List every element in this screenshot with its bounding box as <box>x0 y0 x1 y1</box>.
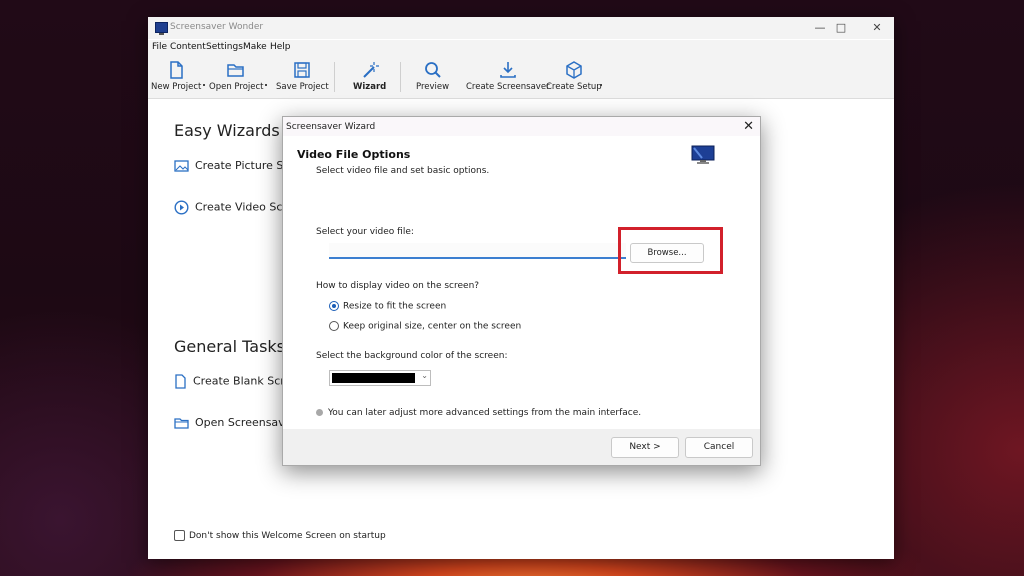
dialog-heading: Video File Options <box>297 148 411 161</box>
maximize-icon[interactable]: □ <box>831 20 851 36</box>
wizard-dialog: Screensaver Wizard ✕ Video File Options … <box>282 116 761 466</box>
toolbar-dropdown-dot[interactable] <box>265 84 267 86</box>
create-screensaver-label: Create Screensaver <box>466 82 550 92</box>
create-video-label: Create Video Scre <box>195 200 282 214</box>
save-project-button[interactable]: Save Project <box>276 60 329 92</box>
next-button[interactable]: Next > <box>611 437 679 458</box>
preview-label: Preview <box>416 82 450 92</box>
bg-color-swatch <box>332 373 415 383</box>
create-setup-label: Create Setup <box>546 82 602 92</box>
info-note: You can later adjust more advanced setti… <box>316 408 641 418</box>
window-title: Screensaver Wonder <box>170 22 264 32</box>
radio-original-label: Keep original size, center on the screen <box>343 321 522 332</box>
app-icon <box>155 22 168 35</box>
save-project-label: Save Project <box>276 82 329 92</box>
magic-wand-icon <box>362 62 379 78</box>
toolbar-separator <box>334 62 335 92</box>
monitor-icon <box>691 145 715 164</box>
search-icon <box>424 62 441 78</box>
new-project-button[interactable]: New Project <box>151 60 201 92</box>
play-circle-icon <box>174 200 189 215</box>
video-file-label: Select your video file: <box>316 227 414 237</box>
bg-color-select[interactable]: ⌄ <box>329 370 431 386</box>
blank-file-icon <box>175 374 186 389</box>
menu-make[interactable]: Make <box>243 42 267 52</box>
chevron-down-icon: ⌄ <box>421 371 428 380</box>
create-blank-label: Create Blank Scre <box>193 374 282 388</box>
highlight-annotation <box>618 227 723 274</box>
dont-show-checkbox[interactable] <box>174 530 185 541</box>
open-screensaver-link[interactable]: Open Screensaver <box>174 416 282 429</box>
info-icon <box>316 409 323 416</box>
open-project-button[interactable]: Open Project <box>209 60 264 92</box>
radio-original-row[interactable]: Keep original size, center on the screen <box>329 321 521 332</box>
folder-open-icon <box>227 64 244 77</box>
new-file-icon <box>170 61 183 79</box>
dialog-title: Screensaver Wizard <box>286 122 376 132</box>
toolbar-separator <box>400 62 401 92</box>
bg-color-label: Select the background color of the scree… <box>316 351 508 361</box>
radio-resize[interactable] <box>329 301 339 311</box>
title-bar: Screensaver Wonder — □ ✕ <box>148 17 894 39</box>
dialog-subheading: Select video file and set basic options. <box>316 166 490 176</box>
toolbar-dropdown-dot[interactable] <box>203 84 205 86</box>
info-text: You can later adjust more advanced setti… <box>328 408 642 418</box>
wizard-button[interactable]: Wizard <box>353 60 386 92</box>
dialog-close-icon[interactable]: ✕ <box>743 119 754 134</box>
display-mode-label: How to display video on the screen? <box>316 281 480 291</box>
new-project-label: New Project <box>151 82 202 92</box>
create-picture-label: Create Picture Scr <box>195 159 282 172</box>
download-icon <box>499 62 516 78</box>
general-tasks-title: General Tasks <box>174 337 286 356</box>
cancel-button[interactable]: Cancel <box>685 437 753 458</box>
create-screensaver-button[interactable]: Create Screensaver <box>466 60 550 92</box>
preview-button[interactable]: Preview <box>416 60 449 92</box>
create-blank-link[interactable]: Create Blank Scre <box>174 374 282 389</box>
save-icon <box>294 62 311 78</box>
radio-resize-row[interactable]: Resize to fit the screen <box>329 301 446 312</box>
minimize-icon[interactable]: — <box>810 20 830 36</box>
menu-bar: File Content Settings Make Help <box>148 40 894 54</box>
toolbar-dropdown-dot[interactable] <box>600 84 602 86</box>
menu-help[interactable]: Help <box>270 42 291 52</box>
menu-settings[interactable]: Settings <box>206 42 243 52</box>
video-file-input[interactable] <box>329 243 626 259</box>
dialog-footer: Next > Cancel <box>283 429 760 465</box>
close-icon[interactable]: ✕ <box>867 20 887 36</box>
menu-content[interactable]: Content <box>170 42 206 52</box>
open-project-label: Open Project <box>209 82 264 92</box>
radio-original[interactable] <box>329 321 339 331</box>
open-screensaver-label: Open Screensaver <box>195 416 282 429</box>
create-setup-button[interactable]: Create Setup <box>546 60 602 92</box>
wizard-label: Wizard <box>353 82 387 92</box>
create-picture-link[interactable]: Create Picture Scr <box>174 159 282 172</box>
picture-icon <box>174 160 189 172</box>
toolbar: New Project Open Project Save Project Wi… <box>148 54 894 99</box>
create-video-link[interactable]: Create Video Scre <box>174 200 282 215</box>
folder-icon <box>174 418 189 429</box>
menu-file[interactable]: File <box>152 42 167 52</box>
radio-resize-label: Resize to fit the screen <box>343 301 447 312</box>
dialog-body: Video File Options Select video file and… <box>283 136 760 429</box>
dont-show-label: Don't show this Welcome Screen on startu… <box>189 531 386 541</box>
easy-wizards-title: Easy Wizards <box>174 121 280 140</box>
dialog-title-bar: Screensaver Wizard ✕ <box>283 117 760 136</box>
dont-show-checkbox-row[interactable]: Don't show this Welcome Screen on startu… <box>174 530 386 541</box>
package-icon <box>566 61 582 79</box>
